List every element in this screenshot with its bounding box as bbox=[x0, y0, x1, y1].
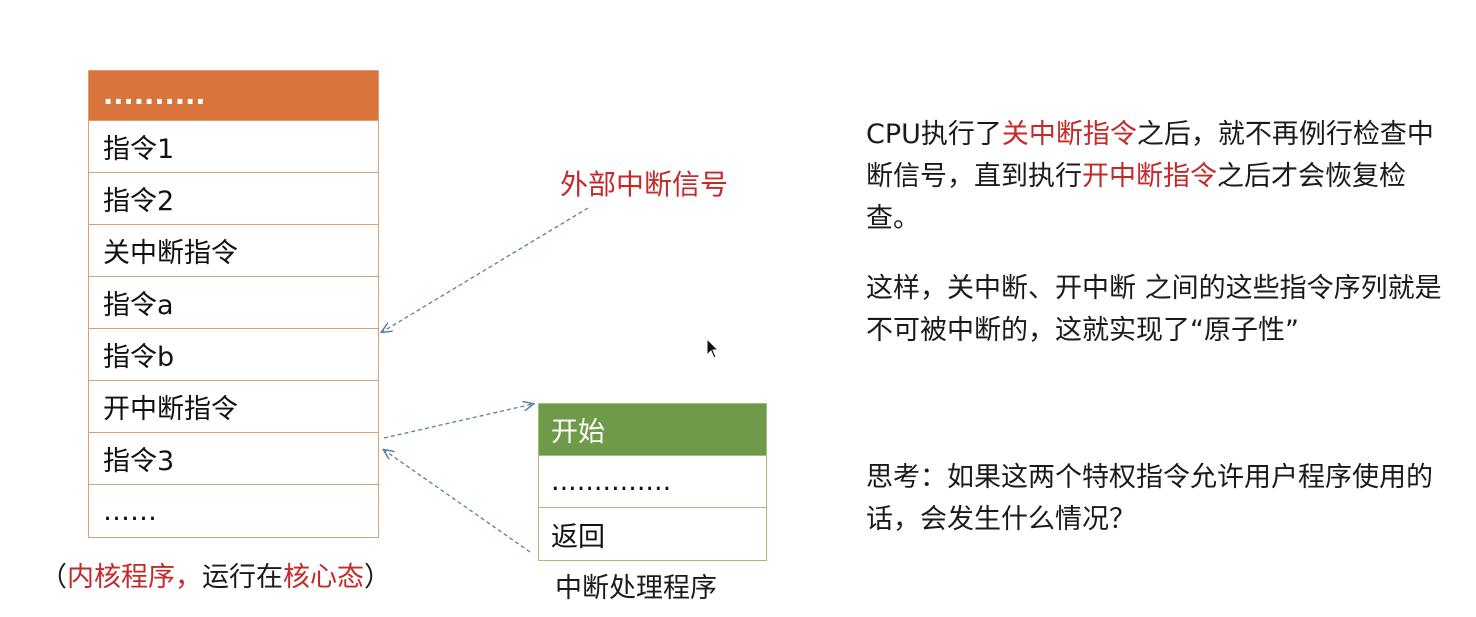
kernel-row-disable-interrupt: 关中断指令 bbox=[89, 225, 378, 277]
kernel-row-ellipsis: …… bbox=[103, 495, 157, 527]
handler-row-ellipsis: .............. bbox=[539, 456, 766, 508]
handler-row-return: 返回 bbox=[551, 521, 605, 553]
kernel-row-instr-b: 指令b bbox=[89, 329, 378, 381]
kernel-row-instr-2: 指令2 bbox=[89, 173, 378, 225]
external-interrupt-signal-label: 外部中断信号 bbox=[560, 168, 729, 201]
kernel-row-instr-3: 指令3 bbox=[89, 433, 378, 485]
explain-enable-interrupt: 开中断指令 bbox=[1082, 161, 1217, 192]
kernel-caption-middle: 运行在 bbox=[202, 562, 283, 593]
explanation-paragraph-2: 这样，关中断、开中断 之间的这些指令序列就是不可被中断的，这就实现了“原子性” bbox=[866, 268, 1451, 352]
kernel-row-enable-interrupt: 开中断指令 bbox=[89, 381, 378, 433]
explanation-paragraph-3: 思考：如果这两个特权指令允许用户程序使用的话，会发生什么情况？ bbox=[866, 457, 1441, 541]
handler-row-start: 开始 bbox=[539, 404, 766, 456]
interrupt-handler-table: 开始 .............. 返回 bbox=[538, 403, 767, 561]
kernel-row-instr-1: 指令1 bbox=[89, 121, 378, 173]
return-from-handler-arrow bbox=[384, 450, 531, 553]
explain-disable-interrupt: 关中断指令 bbox=[1001, 119, 1137, 150]
kernel-caption-mode: 核心态 bbox=[283, 562, 364, 593]
kernel-row-header: .......... bbox=[89, 71, 378, 121]
kernel-caption: （内核程序，运行在核心态） bbox=[40, 555, 391, 594]
explain-atomicity-text: 这样，关中断、开中断 之间的这些指令序列就是不可被中断的，这就实现了“原子性” bbox=[866, 273, 1442, 346]
kernel-caption-program: 内核程序， bbox=[67, 562, 202, 593]
kernel-caption-open: （ bbox=[40, 562, 67, 593]
signal-arrow bbox=[382, 207, 589, 332]
kernel-program-table: .......... 指令1 指令2 关中断指令 指令a 指令b 开中断指令 指… bbox=[88, 70, 379, 538]
kernel-row-instr-a: 指令a bbox=[89, 277, 378, 329]
mouse-cursor-icon bbox=[706, 338, 720, 359]
handler-caption: 中断处理程序 bbox=[555, 573, 717, 604]
kernel-caption-close: ） bbox=[364, 562, 391, 593]
explain-question-text: 思考：如果这两个特权指令允许用户程序使用的话，会发生什么情况？ bbox=[866, 462, 1433, 535]
explanation-paragraph-1: CPU执行了关中断指令之后，就不再例行检查中断信号，直到执行开中断指令之后才会恢… bbox=[866, 114, 1436, 240]
explain-cpu-text: CPU执行了 bbox=[866, 119, 1002, 150]
jump-to-handler-arrow bbox=[383, 404, 533, 439]
